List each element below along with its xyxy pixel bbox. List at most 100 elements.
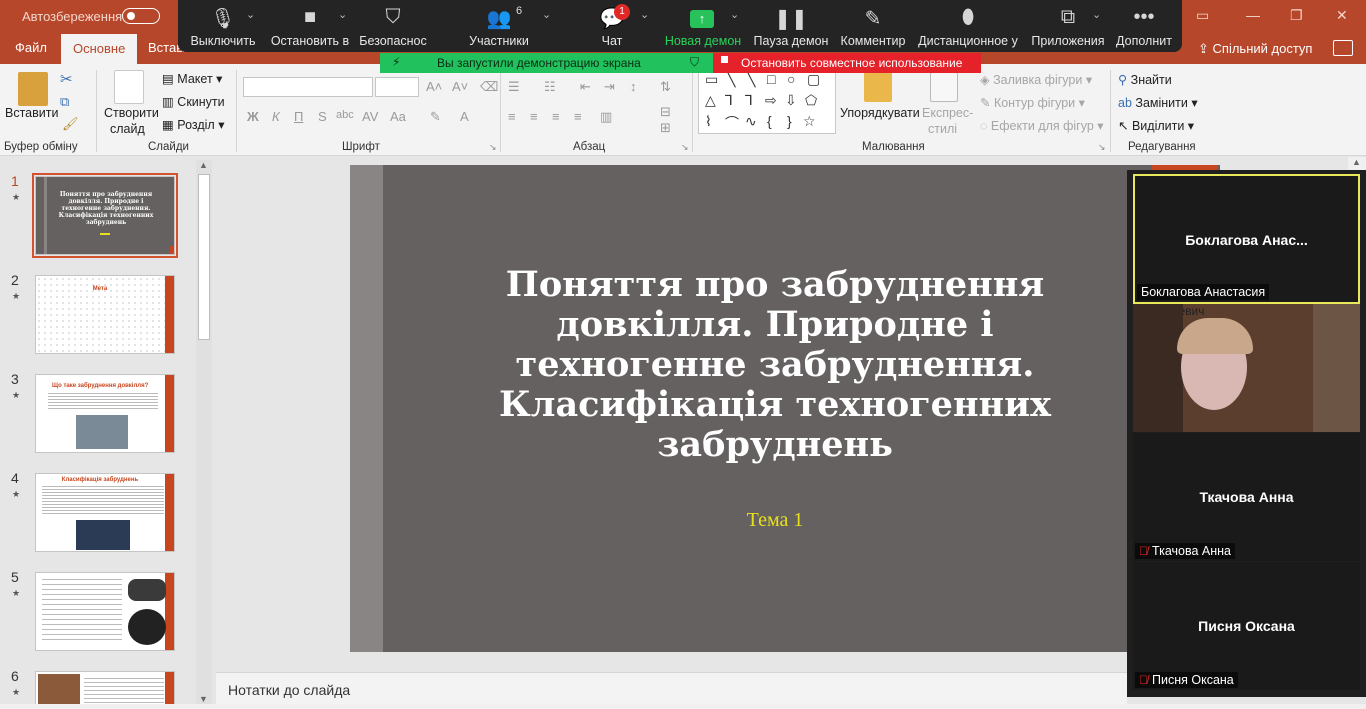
bullets-icon[interactable]: ☰ — [508, 79, 520, 95]
arrange-button[interactable]: Упорядкувати — [840, 106, 920, 120]
textbox-shape-icon[interactable]: ▭ — [705, 71, 718, 88]
quick-styles-label-2[interactable]: стилі — [928, 122, 957, 136]
align-text-icon[interactable]: ⊟ — [660, 104, 671, 120]
strikethrough-icon[interactable]: abc — [336, 109, 354, 121]
curve-shape-icon[interactable]: ∿ — [745, 113, 757, 130]
font-name-input[interactable] — [243, 77, 373, 97]
brace-left-shape-icon[interactable]: { — [767, 113, 772, 129]
brace-right-shape-icon[interactable]: } — [787, 113, 792, 129]
section-button[interactable]: ▦ Розділ ▾ — [162, 117, 224, 132]
participants-button[interactable]: 👥 6 Участники — [464, 0, 534, 52]
quick-styles-label-1[interactable]: Експрес- — [922, 106, 973, 120]
new-slide-label-2[interactable]: слайд — [110, 122, 145, 136]
ribbon-display-icon[interactable]: ▭ — [1196, 7, 1209, 24]
paragraph-dialog-icon[interactable]: ↘ — [681, 142, 689, 153]
chevron-down-icon[interactable]: ⌄ — [246, 8, 255, 21]
numbering-icon[interactable]: ☷ — [544, 79, 556, 95]
notes-pane[interactable]: Нотатки до слайда — [216, 672, 1127, 704]
triangle-shape-icon[interactable]: △ — [705, 92, 716, 109]
format-painter-icon[interactable]: 🖌 — [62, 116, 79, 132]
share-button[interactable]: ⇪ Спільний доступ — [1198, 41, 1312, 57]
new-slide-icon[interactable] — [114, 70, 144, 104]
chat-button[interactable]: 💬 1 Чат — [590, 0, 634, 52]
line-spacing-icon[interactable]: ↕ — [630, 79, 637, 94]
arrow-down-shape-icon[interactable]: ⇩ — [785, 92, 797, 109]
quick-styles-icon[interactable] — [930, 72, 958, 102]
tab-file[interactable]: Файл — [15, 40, 47, 55]
elbow-shape-icon[interactable]: ⅂ — [725, 92, 733, 109]
font-color-icon[interactable]: A — [460, 109, 469, 124]
decrease-font-icon[interactable]: A˅ — [452, 79, 468, 94]
char-spacing-icon[interactable]: AV — [362, 109, 378, 124]
cut-icon[interactable]: ✂ — [60, 70, 73, 88]
close-icon[interactable]: ✕ — [1336, 7, 1348, 24]
slide-thumbnail-4[interactable]: Класифікація забруднень — [35, 473, 175, 552]
chevron-down-icon[interactable]: ⌄ — [730, 8, 739, 21]
smartart-icon[interactable]: ⊞ — [660, 120, 671, 136]
tab-home[interactable]: Основне — [61, 34, 138, 64]
find-button[interactable]: ⚲ Знайти — [1118, 72, 1172, 87]
increase-indent-icon[interactable]: ⇥ — [604, 79, 615, 95]
layout-button[interactable]: ▤ Макет ▾ — [162, 71, 222, 86]
align-right-icon[interactable]: ≡ — [552, 109, 560, 124]
security-button[interactable]: ⛉ Безопаснос — [358, 0, 428, 52]
more-button[interactable]: ••• Дополнит — [1112, 0, 1176, 52]
rect-shape-icon[interactable]: □ — [767, 71, 775, 87]
align-center-icon[interactable]: ≡ — [530, 109, 538, 124]
participant-tile[interactable]: Писня Оксана 🎙̸ Писня Оксана — [1133, 562, 1360, 690]
chevron-down-icon[interactable]: ⌄ — [338, 8, 347, 21]
autosave-toggle[interactable] — [122, 8, 160, 24]
increase-font-icon[interactable]: A˄ — [426, 79, 442, 94]
stop-share-button[interactable]: Остановить совместное использование — [713, 53, 981, 73]
chevron-down-icon[interactable]: ⌄ — [1092, 8, 1101, 21]
arrange-icon[interactable] — [864, 72, 892, 102]
clear-format-icon[interactable]: ⌫ — [480, 79, 498, 95]
shape-fill-button[interactable]: ◈ Заливка фігури ▾ — [980, 72, 1092, 87]
font-size-input[interactable] — [375, 77, 419, 97]
participant-video[interactable]: таня гудевич — [1133, 304, 1360, 432]
rounded-rect-shape-icon[interactable]: ▢ — [807, 71, 820, 88]
underline-icon[interactable]: П — [294, 109, 303, 124]
slide-thumbnail-1[interactable]: Поняття про забруднення довкілля. Природ… — [32, 173, 178, 258]
line-shape-icon[interactable]: ╲ — [727, 71, 735, 88]
replace-button[interactable]: ab Замінити ▾ — [1118, 95, 1198, 110]
comments-icon[interactable] — [1333, 40, 1353, 56]
scrollbar-thumb[interactable] — [198, 174, 210, 340]
text-direction-icon[interactable]: ⇅ — [660, 79, 671, 95]
shadow-icon[interactable]: S — [318, 109, 327, 124]
pause-share-button[interactable]: ❚❚ Пауза демон — [752, 0, 830, 52]
shape-effects-button[interactable]: ◌ Ефекти для фігур ▾ — [980, 118, 1104, 133]
highlight-icon[interactable]: ✎ — [430, 109, 441, 125]
reset-button[interactable]: ▥ Скинути — [162, 94, 225, 109]
current-slide[interactable]: Поняття про забруднення довкілля. Природ… — [350, 165, 1220, 652]
paste-icon[interactable] — [18, 72, 48, 106]
scroll-down-icon[interactable]: ▼ — [199, 694, 208, 704]
slide-title[interactable]: Поняття про забруднення довкілля. Природ… — [470, 265, 1080, 465]
drawing-dialog-icon[interactable]: ↘ — [1098, 142, 1106, 153]
shape-outline-button[interactable]: ✎ Контур фігури ▾ — [980, 95, 1085, 110]
change-case-icon[interactable]: Aa — [390, 109, 406, 124]
oval-shape-icon[interactable]: ○ — [787, 71, 795, 87]
line-shape-icon[interactable]: ╲ — [747, 71, 755, 88]
chevron-down-icon[interactable]: ⌄ — [542, 8, 551, 21]
font-dialog-icon[interactable]: ↘ — [489, 142, 497, 153]
scroll-up-icon[interactable]: ▲ — [199, 160, 208, 170]
slide-thumbnail-5[interactable] — [35, 572, 175, 651]
arc-shape-icon[interactable]: ⌒ — [725, 113, 739, 133]
chevron-down-icon[interactable]: ⌄ — [640, 8, 649, 21]
select-button[interactable]: ↖ Виділити ▾ — [1118, 118, 1194, 133]
align-left-icon[interactable]: ≡ — [508, 109, 516, 124]
copy-icon[interactable]: ⧉ — [60, 94, 69, 110]
arrow-right-shape-icon[interactable]: ⇨ — [765, 92, 777, 109]
annotate-button[interactable]: ✎ Комментир — [838, 0, 908, 52]
slide-thumbnail-2[interactable]: Мета — [35, 275, 175, 354]
decrease-indent-icon[interactable]: ⇤ — [580, 79, 591, 95]
shapes-gallery[interactable]: ▭ ╲ ╲ □ ○ ▢ △ ⅂ ⅂ ⇨ ⇩ ⬠ ⌇ ⌒ ∿ { } ☆ — [698, 70, 836, 134]
remote-control-button[interactable]: ⬮ Дистанционное у — [918, 0, 1018, 52]
new-slide-label-1[interactable]: Створити — [104, 106, 159, 120]
restore-icon[interactable]: ❐ — [1290, 7, 1303, 24]
slide-thumbnail-3[interactable]: Що таке забруднення довкілля? — [35, 374, 175, 453]
star-shape-icon[interactable]: ☆ — [803, 113, 816, 130]
freeform-shape-icon[interactable]: ⌇ — [705, 113, 712, 130]
callout-shape-icon[interactable]: ⬠ — [805, 92, 817, 109]
